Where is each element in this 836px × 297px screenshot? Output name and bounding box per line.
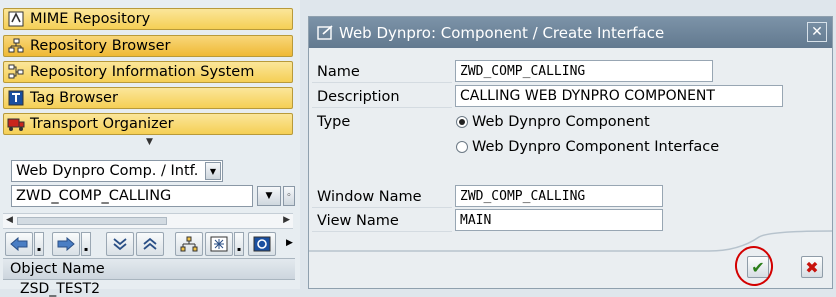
scroll-right-icon[interactable]: ▶	[283, 215, 290, 225]
horizontal-scrollbar[interactable]: ◀ ▶	[3, 213, 293, 229]
forward-button[interactable]	[52, 232, 80, 256]
window-name-label: Window Name	[312, 186, 452, 208]
tag-browser-icon	[7, 90, 25, 106]
repository-info-system-button[interactable]: Repository Information System	[3, 61, 293, 83]
type-option-component-label: Web Dynpro Component	[472, 114, 650, 130]
forward-history-button[interactable]: ▪	[81, 232, 91, 256]
cancel-icon: ✖	[805, 257, 819, 277]
repository-browser-label: Repository Browser	[30, 38, 171, 54]
expand-arrow-icon[interactable]: ▼	[146, 137, 153, 147]
toolbar-more-icon[interactable]: ▶	[286, 238, 293, 248]
type-label: Type	[317, 114, 351, 130]
repository-info-system-label: Repository Information System	[30, 64, 255, 80]
tag-browser-button[interactable]: Tag Browser	[3, 87, 293, 109]
tag-browser-label: Tag Browser	[30, 90, 118, 106]
type-option-interface[interactable]: Web Dynpro Component Interface	[456, 139, 719, 155]
cancel-button[interactable]: ✖	[801, 256, 823, 278]
arrow-left-icon	[10, 237, 28, 251]
collapse-button[interactable]	[106, 232, 134, 256]
expand-button[interactable]	[136, 232, 164, 256]
repository-browser-icon	[7, 38, 25, 54]
close-button[interactable]: ✕	[807, 22, 827, 42]
mime-repository-icon	[7, 11, 25, 27]
type-option-component[interactable]: Web Dynpro Component	[456, 114, 650, 130]
tree-row-label: ZSD_TEST2	[20, 281, 101, 297]
star-grid-icon	[210, 236, 228, 252]
window-name-input[interactable]: ZWD_COMP_CALLING	[455, 185, 663, 207]
other-object-menu-button[interactable]: ▪	[234, 232, 244, 256]
object-name-dropdown-button[interactable]: ▼	[257, 186, 281, 206]
hierarchy-button[interactable]	[175, 232, 203, 256]
refresh-icon	[253, 236, 271, 252]
type-option-interface-label: Web Dynpro Component Interface	[472, 139, 720, 155]
object-name-value: ZWD_COMP_CALLING	[16, 188, 172, 204]
other-object-button[interactable]	[205, 232, 233, 256]
transport-organizer-button[interactable]: Transport Organizer	[3, 113, 293, 135]
dialog-title-bar[interactable]: Web Dynpro: Component / Create Interface…	[309, 17, 832, 48]
mime-repository-label: MIME Repository	[30, 11, 151, 27]
scroll-thumb[interactable]	[17, 217, 167, 225]
object-navigator-panel: MIME Repository Repository Browser Repos…	[0, 0, 300, 297]
hierarchy-icon	[180, 236, 198, 252]
object-name-input[interactable]: ZWD_COMP_CALLING	[11, 185, 253, 207]
close-icon: ✕	[811, 24, 823, 40]
arrow-right-icon	[57, 237, 75, 251]
object-name-column-header[interactable]: Object Name	[3, 258, 295, 280]
name-label: Name	[312, 61, 452, 83]
repository-info-system-icon	[7, 64, 25, 80]
transport-organizer-icon	[7, 116, 25, 132]
expand-icon	[143, 237, 157, 250]
object-type-select[interactable]: Web Dynpro Comp. / Intf. ▼	[11, 160, 223, 182]
create-icon	[317, 24, 333, 40]
radio-selected-icon[interactable]	[456, 116, 468, 128]
column-header-label: Object Name	[10, 261, 105, 277]
object-type-value: Web Dynpro Comp. / Intf.	[16, 163, 199, 179]
tree-row[interactable]: ZSD_TEST2	[20, 281, 100, 297]
mime-repository-button[interactable]: MIME Repository	[3, 8, 293, 30]
refresh-button[interactable]	[248, 232, 276, 256]
name-input[interactable]: ZWD_COMP_CALLING	[455, 60, 713, 82]
dialog-title: Web Dynpro: Component / Create Interface	[339, 23, 665, 42]
scroll-left-icon[interactable]: ◀	[6, 215, 13, 225]
collapse-icon	[113, 238, 127, 251]
repository-browser-button[interactable]: Repository Browser	[3, 35, 293, 57]
description-input[interactable]: CALLING WEB DYNPRO COMPONENT	[455, 85, 783, 107]
back-button[interactable]	[5, 232, 33, 256]
chevron-down-icon[interactable]: ▼	[205, 162, 221, 180]
back-history-button[interactable]: ▪	[34, 232, 44, 256]
radio-unselected-icon[interactable]	[456, 141, 468, 153]
transport-organizer-label: Transport Organizer	[30, 116, 174, 132]
display-button[interactable]: ◦	[283, 186, 295, 206]
create-interface-dialog: Web Dynpro: Component / Create Interface…	[308, 16, 833, 289]
description-label: Description	[312, 86, 452, 108]
